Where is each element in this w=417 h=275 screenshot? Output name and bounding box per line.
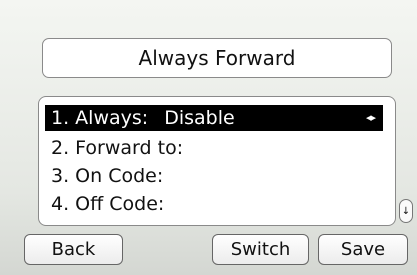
menu-item-value: Disable — [164, 107, 235, 129]
menu-item-label: 3. On Code: — [51, 165, 164, 187]
switch-button-label: Switch — [230, 239, 291, 260]
switch-button[interactable]: Switch — [212, 234, 309, 265]
menu-list: 1. Always: Disable ◂▸ 2. Forward to: 3. … — [38, 96, 396, 226]
save-button-label: Save — [340, 239, 386, 260]
menu-item-off-code[interactable]: 4. Off Code: — [45, 191, 164, 217]
back-button-label: Back — [51, 239, 96, 260]
back-button[interactable]: Back — [24, 234, 123, 265]
menu-item-on-code[interactable]: 3. On Code: — [45, 163, 163, 189]
page-title: Always Forward — [42, 38, 392, 78]
menu-item-always[interactable]: 1. Always: Disable ◂▸ — [45, 105, 383, 131]
scroll-down-icon: ↓ — [399, 199, 413, 223]
menu-item-forward-to[interactable]: 2. Forward to: — [45, 135, 183, 161]
save-button[interactable]: Save — [318, 234, 408, 265]
left-right-arrows-icon: ◂▸ — [365, 111, 376, 124]
page-title-text: Always Forward — [138, 46, 296, 70]
menu-item-label: 4. Off Code: — [51, 193, 165, 215]
menu-item-label: 2. Forward to: — [51, 137, 184, 159]
phone-screen: Always Forward 1. Always: Disable ◂▸ 2. … — [0, 0, 417, 275]
scroll-down-glyph: ↓ — [401, 205, 411, 217]
menu-item-label: 1. Always: — [51, 107, 149, 129]
